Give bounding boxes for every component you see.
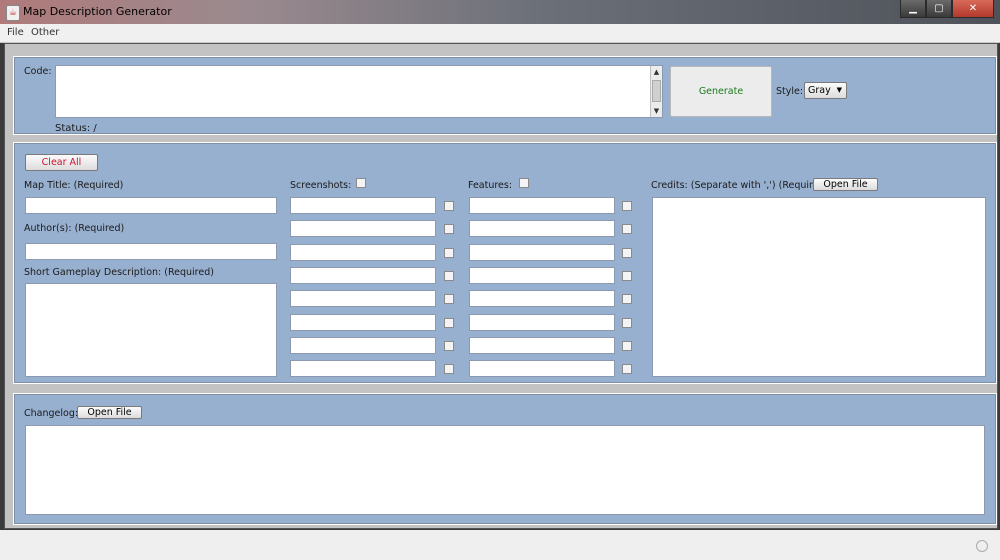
feature-input[interactable]	[469, 313, 615, 331]
description-label: Short Gameplay Description: (Required)	[24, 267, 214, 278]
screenshot-input[interactable]	[290, 197, 436, 214]
resize-grip-icon[interactable]	[976, 540, 988, 552]
screenshot-input[interactable]	[290, 243, 436, 261]
feature-input[interactable]	[469, 220, 615, 238]
authors-label: Author(s): (Required)	[24, 223, 125, 234]
code-label: Code:	[24, 66, 52, 77]
style-select[interactable]: Gray ▼	[804, 82, 847, 99]
authors-input[interactable]	[25, 243, 277, 260]
map-title-input[interactable]	[25, 197, 277, 214]
scroll-thumb[interactable]	[652, 80, 661, 102]
style-label: Style:	[776, 86, 804, 97]
screenshot-input[interactable]	[290, 266, 436, 284]
status-text: Status: /	[55, 123, 97, 134]
screenshots-checkbox[interactable]	[356, 178, 366, 188]
credits-label: Credits: (Separate with ',') (Required)	[651, 180, 829, 191]
feature-checkbox[interactable]	[622, 317, 632, 328]
feature-checkbox[interactable]	[622, 224, 632, 235]
screenshots-label: Screenshots:	[290, 180, 352, 191]
scroll-down-icon[interactable]: ▼	[651, 107, 662, 115]
screenshot-checkbox[interactable]	[444, 224, 454, 235]
changelog-open-file-button[interactable]: Open File	[77, 406, 142, 419]
features-checkbox[interactable]	[519, 178, 529, 188]
scroll-up-icon[interactable]: ▲	[651, 68, 662, 76]
feature-input[interactable]	[469, 243, 615, 261]
menu-other[interactable]: Other	[31, 27, 59, 38]
code-textarea[interactable]: ▲ ▼	[55, 65, 663, 118]
feature-input[interactable]	[469, 360, 615, 378]
java-app-icon: ☕	[6, 5, 20, 21]
feature-checkbox[interactable]	[622, 201, 632, 211]
screenshot-input[interactable]	[290, 360, 436, 378]
screenshot-checkbox[interactable]	[444, 270, 454, 281]
screenshot-checkbox[interactable]	[444, 317, 454, 328]
feature-input[interactable]	[469, 290, 615, 308]
content-frame: Code: ▲ ▼ Status: / Generate Style: Gray…	[4, 43, 998, 529]
title-bar: ☕ Map Description Generator ▁ ▢ ✕	[0, 0, 1000, 24]
minimize-button[interactable]: ▁	[900, 0, 926, 18]
changelog-panel: Changelog: Open File	[13, 393, 997, 525]
window-controls: ▁ ▢ ✕	[900, 0, 994, 18]
feature-input[interactable]	[469, 336, 615, 354]
screenshot-input[interactable]	[290, 336, 436, 354]
menu-bar: File Other	[0, 24, 1000, 43]
clear-all-button[interactable]: Clear All	[25, 154, 98, 171]
screenshot-input[interactable]	[290, 290, 436, 308]
style-selected-value: Gray	[808, 85, 831, 96]
feature-checkbox[interactable]	[622, 247, 632, 258]
screenshot-checkbox[interactable]	[444, 340, 454, 351]
window-title: Map Description Generator	[23, 5, 172, 18]
code-panel: Code: ▲ ▼ Status: / Generate Style: Gray…	[13, 56, 997, 135]
credits-textarea[interactable]	[652, 197, 986, 377]
feature-checkbox[interactable]	[622, 364, 632, 375]
feature-checkbox[interactable]	[622, 270, 632, 281]
description-textarea[interactable]	[25, 283, 277, 377]
form-panel: Clear All Map Title: (Required) Author(s…	[13, 142, 997, 384]
maximize-button[interactable]: ▢	[926, 0, 952, 18]
features-label: Features:	[468, 180, 513, 191]
screenshot-input[interactable]	[290, 220, 436, 238]
screenshot-checkbox[interactable]	[444, 201, 454, 211]
screenshot-checkbox[interactable]	[444, 364, 454, 375]
feature-checkbox[interactable]	[622, 294, 632, 305]
credits-open-file-button[interactable]: Open File	[813, 178, 878, 191]
generate-button[interactable]: Generate	[670, 66, 772, 117]
code-scrollbar[interactable]: ▲ ▼	[650, 66, 662, 117]
feature-checkbox[interactable]	[622, 340, 632, 351]
changelog-textarea[interactable]	[25, 425, 985, 515]
status-bar	[0, 530, 1000, 560]
screenshot-input[interactable]	[290, 313, 436, 331]
screenshot-checkbox[interactable]	[444, 294, 454, 305]
feature-input[interactable]	[469, 197, 615, 214]
feature-input[interactable]	[469, 266, 615, 284]
menu-file[interactable]: File	[7, 27, 24, 38]
screenshot-checkbox[interactable]	[444, 247, 454, 258]
map-title-label: Map Title: (Required)	[24, 180, 124, 191]
dropdown-arrow-icon: ▼	[836, 86, 842, 94]
close-button[interactable]: ✕	[952, 0, 994, 18]
changelog-label: Changelog:	[24, 408, 79, 419]
